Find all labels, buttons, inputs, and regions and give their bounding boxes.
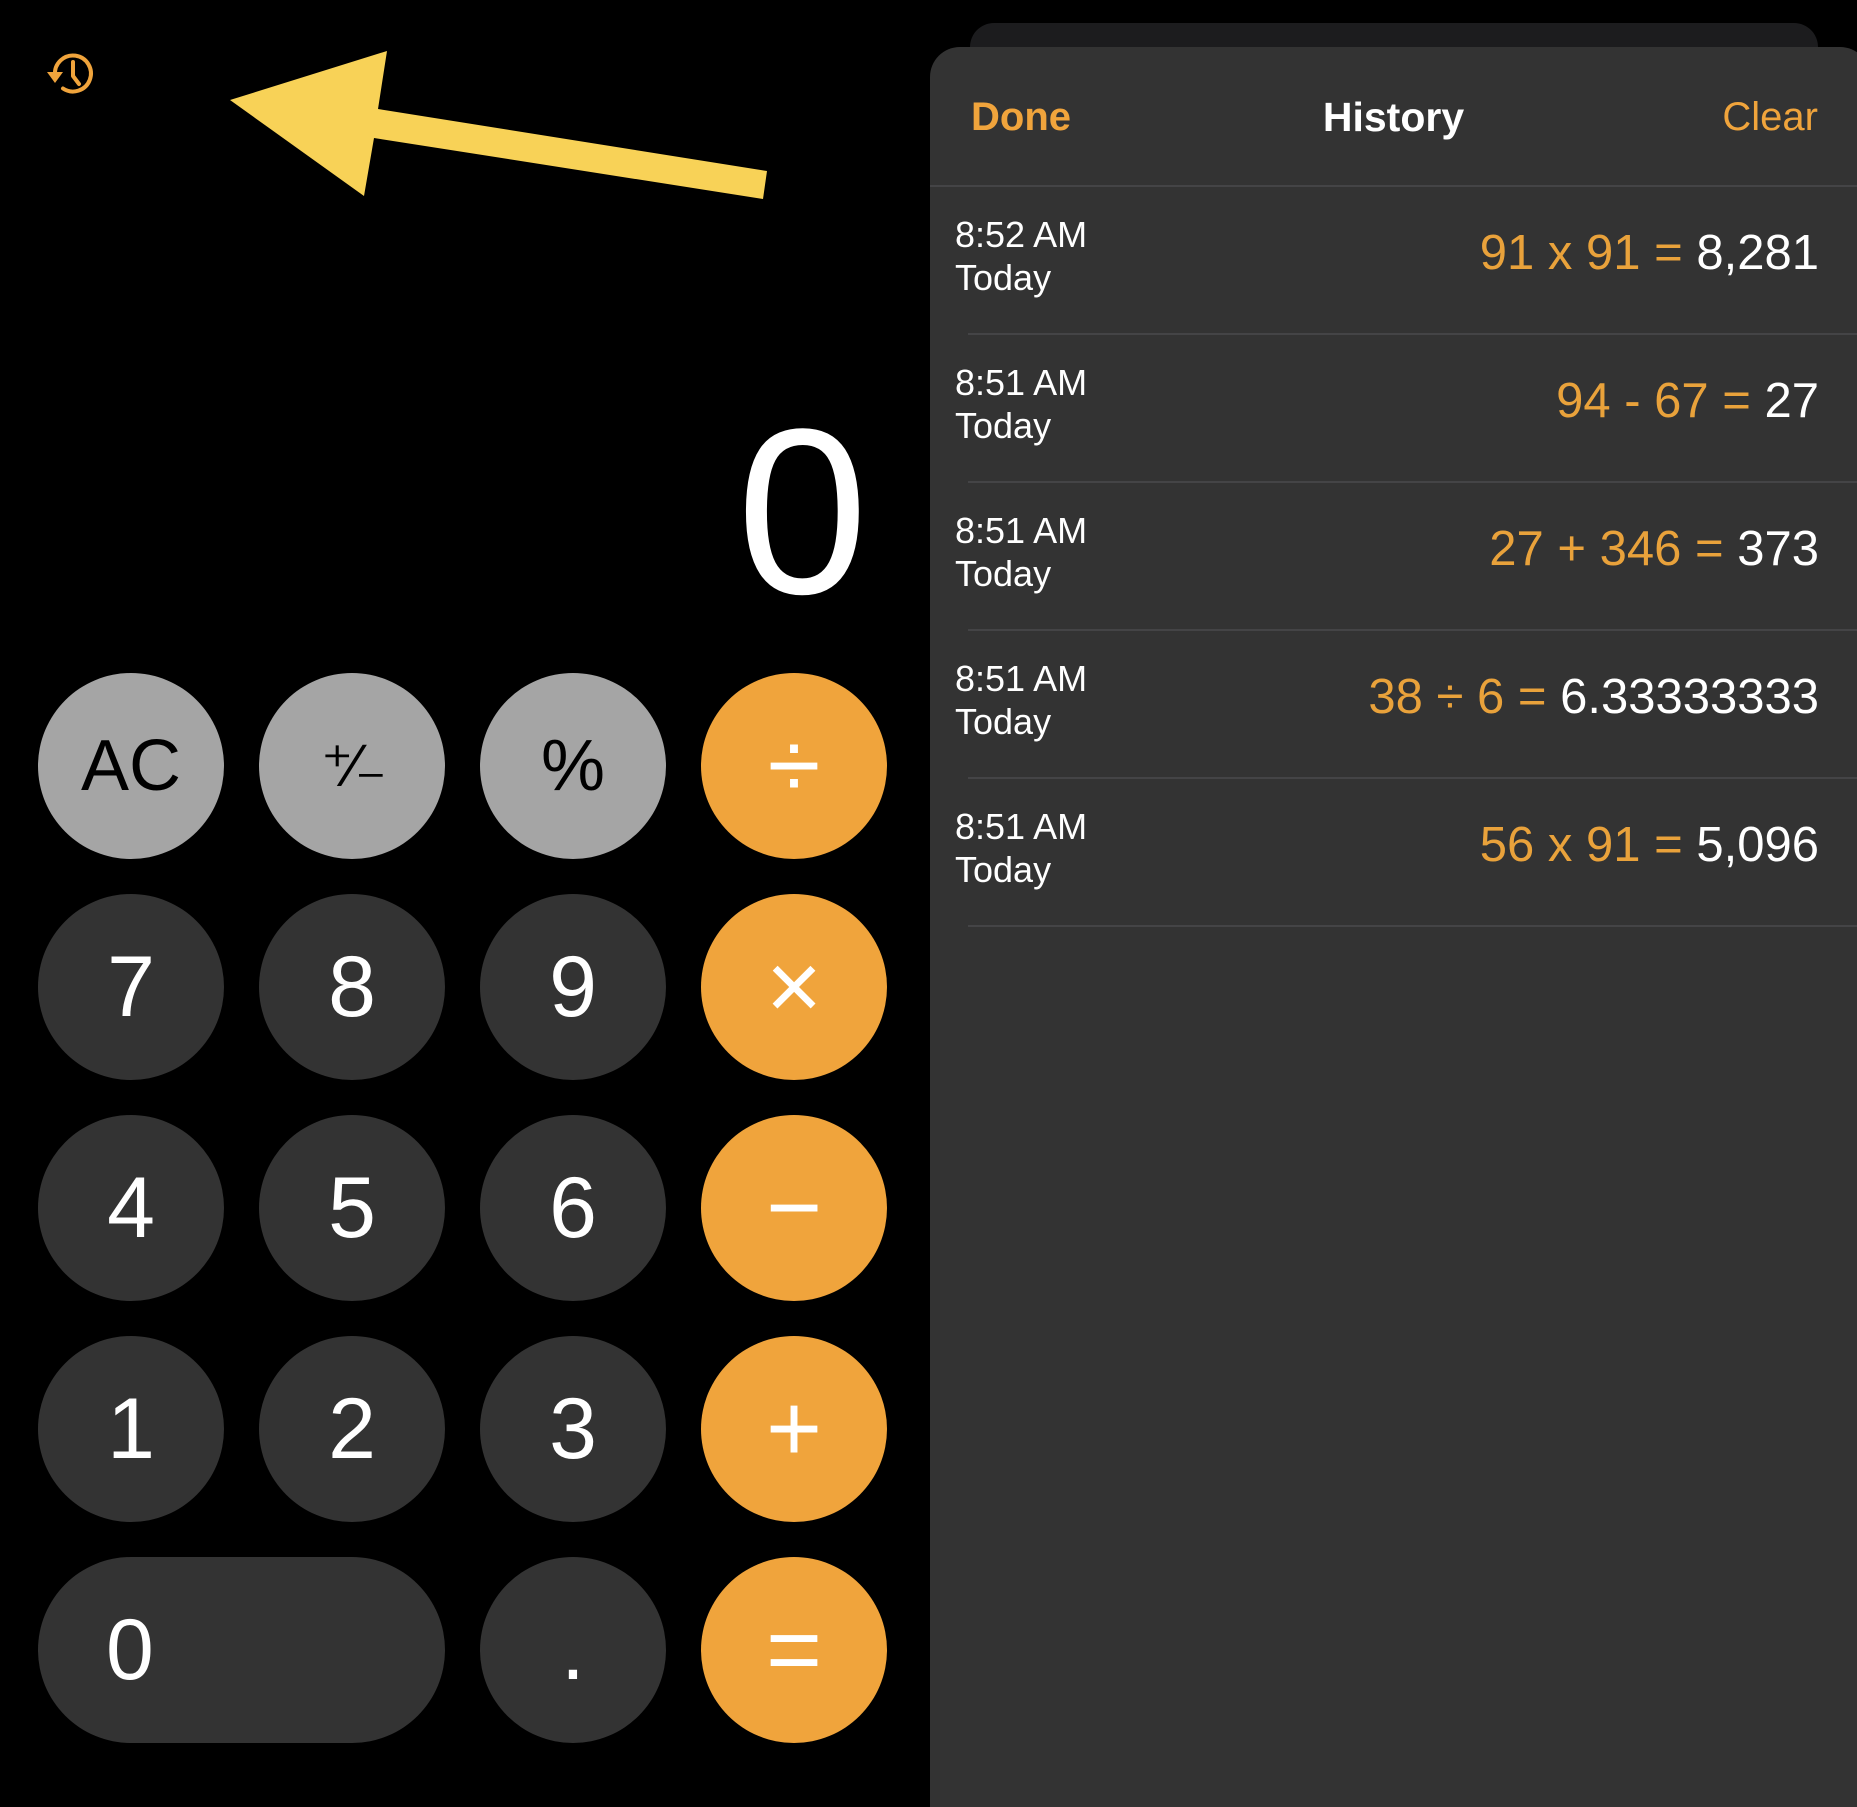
entry-timestamp: 8:52 AM Today	[955, 213, 1087, 299]
key-equals[interactable]: =	[701, 1557, 887, 1743]
key-plus-minus[interactable]: ⁺∕₋	[259, 673, 445, 859]
key-8[interactable]: 8	[259, 894, 445, 1080]
history-clock-icon	[47, 53, 93, 94]
key-label: 8	[328, 939, 376, 1035]
key-add[interactable]: +	[701, 1336, 887, 1522]
key-label: −	[765, 1154, 823, 1261]
entry-result: 6.33333333	[1560, 670, 1819, 724]
entry-equation: 94 - 67 = 27	[1556, 371, 1819, 431]
key-1[interactable]: 1	[38, 1336, 224, 1522]
entry-day: Today	[955, 257, 1052, 298]
history-entry[interactable]: 8:51 AM Today 27 + 346 = 373	[955, 483, 1857, 631]
key-label: 7	[107, 939, 155, 1035]
entry-timestamp: 8:51 AM Today	[955, 657, 1087, 743]
history-entry[interactable]: 8:51 AM Today 38 ÷ 6 = 6.33333333	[955, 631, 1857, 779]
entry-time: 8:51 AM	[955, 658, 1088, 699]
history-panel: History Done Clear 8:52 AM Today 91 x 91…	[930, 47, 1857, 1807]
entry-time: 8:51 AM	[955, 362, 1088, 403]
key-all-clear[interactable]: AC	[38, 673, 224, 859]
entry-time: 8:51 AM	[955, 806, 1088, 847]
key-label: =	[765, 1596, 823, 1703]
annotation-arrow-shape	[230, 51, 767, 199]
history-header: History Done Clear	[930, 47, 1857, 187]
entry-equation: 91 x 91 = 8,281	[1480, 223, 1819, 283]
key-6[interactable]: 6	[480, 1115, 666, 1301]
entry-result: 373	[1737, 522, 1819, 576]
entry-expression: 38 ÷ 6 =	[1368, 670, 1547, 724]
entry-day: Today	[955, 701, 1052, 742]
entry-equation: 38 ÷ 6 = 6.33333333	[1368, 667, 1819, 727]
key-label: ×	[765, 933, 823, 1040]
key-2[interactable]: 2	[259, 1336, 445, 1522]
entry-time: 8:52 AM	[955, 214, 1088, 255]
key-multiply[interactable]: ×	[701, 894, 887, 1080]
key-decimal[interactable]: .	[480, 1557, 666, 1743]
history-list: 8:52 AM Today 91 x 91 = 8,281 8:51 AM To…	[930, 187, 1857, 927]
key-3[interactable]: 3	[480, 1336, 666, 1522]
entry-result: 8,281	[1696, 226, 1819, 280]
entry-equation: 56 x 91 = 5,096	[1480, 815, 1819, 875]
history-entry[interactable]: 8:51 AM Today 94 - 67 = 27	[955, 335, 1857, 483]
entry-equation: 27 + 346 = 373	[1489, 519, 1819, 579]
key-label: 3	[549, 1381, 597, 1477]
entry-result: 5,096	[1696, 818, 1819, 872]
entry-day: Today	[955, 849, 1052, 890]
key-5[interactable]: 5	[259, 1115, 445, 1301]
key-label: +	[765, 1375, 823, 1482]
entry-expression: 27 + 346 =	[1489, 522, 1724, 576]
key-label: 0	[106, 1602, 154, 1698]
key-divide[interactable]: ÷	[701, 673, 887, 859]
entry-time: 8:51 AM	[955, 510, 1088, 551]
entry-result: 27	[1764, 374, 1819, 428]
clear-button[interactable]: Clear	[1722, 93, 1818, 141]
entry-timestamp: 8:51 AM Today	[955, 361, 1087, 447]
key-label: %	[540, 726, 606, 806]
entry-day: Today	[955, 553, 1052, 594]
key-label: 2	[328, 1381, 376, 1477]
key-label: 6	[549, 1160, 597, 1256]
key-label: AC	[80, 726, 182, 806]
key-0[interactable]: 0	[38, 1557, 445, 1743]
key-label: 1	[107, 1381, 155, 1477]
calculator-display: 0	[736, 380, 868, 644]
key-7[interactable]: 7	[38, 894, 224, 1080]
key-label: .	[561, 1602, 585, 1698]
history-entry[interactable]: 8:51 AM Today 56 x 91 = 5,096	[955, 779, 1857, 927]
entry-expression: 56 x 91 =	[1479, 818, 1683, 872]
key-label: ÷	[767, 712, 821, 819]
key-label: 9	[549, 939, 597, 1035]
entry-expression: 91 x 91 =	[1479, 226, 1683, 280]
entry-timestamp: 8:51 AM Today	[955, 509, 1087, 595]
key-label: 4	[107, 1160, 155, 1256]
entry-timestamp: 8:51 AM Today	[955, 805, 1087, 891]
history-button[interactable]	[42, 45, 100, 103]
key-percent[interactable]: %	[480, 673, 666, 859]
done-button[interactable]: Done	[971, 93, 1071, 141]
key-4[interactable]: 4	[38, 1115, 224, 1301]
annotation-arrow	[230, 51, 767, 199]
key-label: 5	[328, 1160, 376, 1256]
entry-day: Today	[955, 405, 1052, 446]
key-label: ⁺∕₋	[321, 732, 386, 799]
entry-expression: 94 - 67 =	[1556, 374, 1751, 428]
history-entry[interactable]: 8:52 AM Today 91 x 91 = 8,281	[955, 187, 1857, 335]
key-subtract[interactable]: −	[701, 1115, 887, 1301]
key-9[interactable]: 9	[480, 894, 666, 1080]
